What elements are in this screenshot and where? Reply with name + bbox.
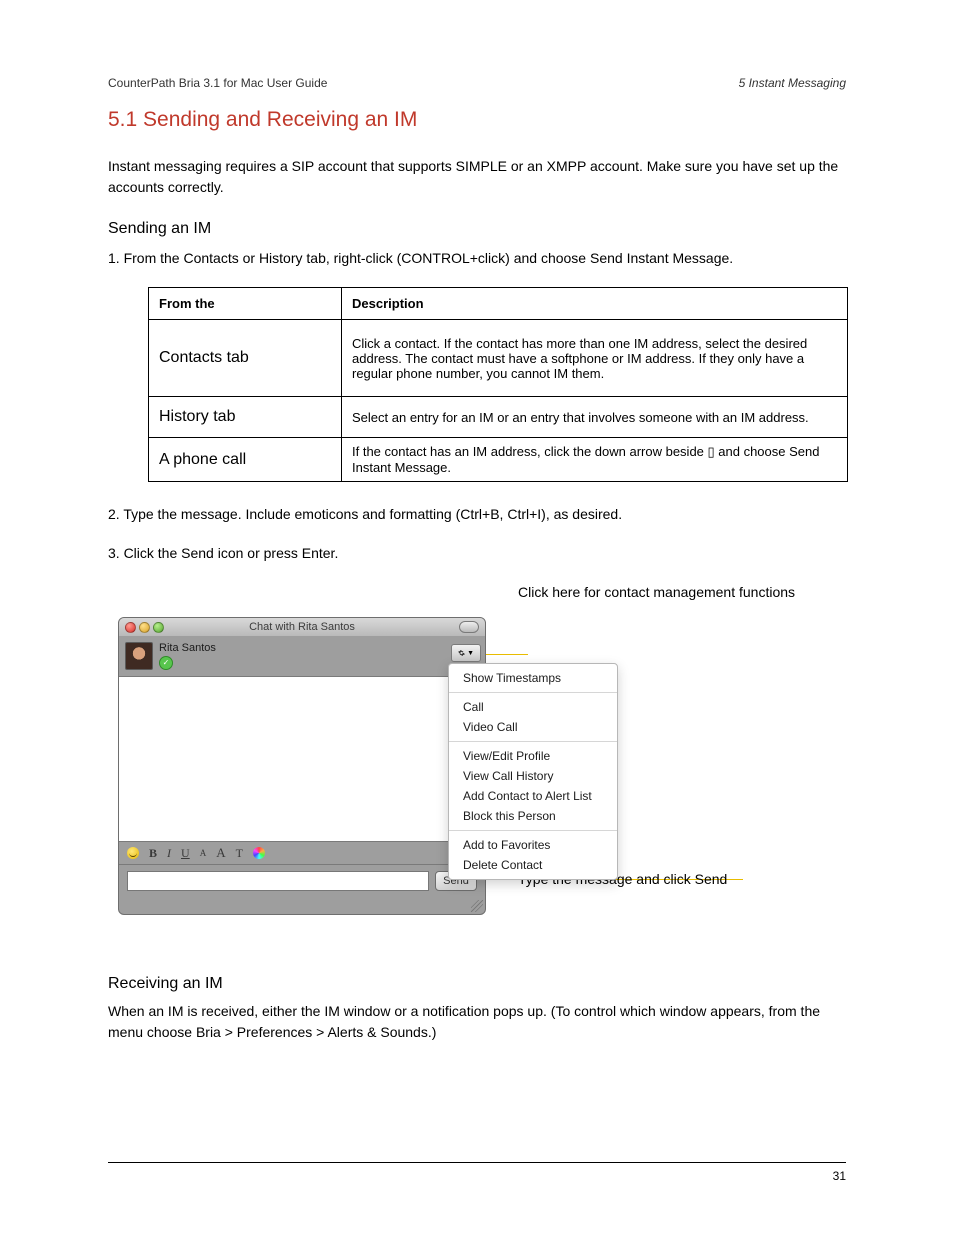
send-step-1: 1. From the Contacts or History tab, rig…	[108, 248, 846, 269]
window-title: Chat with Rita Santos	[119, 621, 485, 633]
menu-call[interactable]: Call	[449, 697, 617, 717]
page-footer: 31	[108, 1162, 846, 1187]
table-row: History tab Select an entry for an IM or…	[149, 397, 848, 438]
cell-desc: If the contact has an IM address, click …	[342, 438, 848, 482]
page-header: CounterPath Bria 3.1 for Mac User Guide …	[108, 76, 846, 90]
menu-block-person[interactable]: Block this Person	[449, 806, 617, 826]
cell-desc: Click a contact. If the contact has more…	[342, 320, 848, 397]
presence-available-icon: ✓	[159, 656, 173, 670]
menu-add-alert[interactable]: Add Contact to Alert List	[449, 786, 617, 806]
callout-gear: Click here for contact management functi…	[518, 582, 846, 603]
menu-view-call-history[interactable]: View Call History	[449, 766, 617, 786]
table-row: Contacts tab Click a contact. If the con…	[149, 320, 848, 397]
gear-menu-button[interactable]: ▼	[451, 644, 481, 662]
contact-name: Rita Santos	[159, 642, 216, 654]
font-smaller-button[interactable]: A	[200, 848, 207, 858]
cell-source: History tab	[149, 397, 342, 438]
page-number: 31	[833, 1169, 846, 1187]
window-titlebar[interactable]: Chat with Rita Santos	[119, 618, 485, 636]
table-header-row: From the Description	[149, 288, 848, 320]
font-picker-button[interactable]: T	[236, 846, 243, 861]
th-description: Description	[342, 288, 848, 320]
cell-source: A phone call	[149, 438, 342, 482]
table-row: A phone call If the contact has an IM ad…	[149, 438, 848, 482]
send-step-2: 2. Type the message. Include emoticons a…	[108, 504, 846, 525]
compose-row: Send	[119, 865, 485, 897]
color-picker-icon[interactable]	[253, 847, 265, 859]
cell-source: Contacts tab	[149, 320, 342, 397]
sending-heading: Sending an IM	[108, 220, 846, 238]
menu-view-edit-profile[interactable]: View/Edit Profile	[449, 746, 617, 766]
menu-separator	[449, 741, 617, 742]
gear-context-menu: Show Timestamps Call Video Call View/Edi…	[448, 663, 618, 880]
avatar	[125, 642, 153, 670]
menu-separator	[449, 692, 617, 693]
callout-leader-line	[484, 654, 528, 655]
chevron-down-icon: ▼	[467, 650, 474, 657]
page-body: 5.1 Sending and Receiving an IM Instant …	[0, 0, 954, 1043]
menu-delete-contact[interactable]: Delete Contact	[449, 855, 617, 875]
intro-text: Instant messaging requires a SIP account…	[108, 156, 846, 198]
screenshot-figure: Chat with Rita Santos Rita Santos ✓ ▼ B …	[108, 617, 846, 957]
menu-add-favorites[interactable]: Add to Favorites	[449, 835, 617, 855]
header-left: CounterPath Bria 3.1 for Mac User Guide	[108, 76, 327, 90]
toolbar-pill-icon[interactable]	[459, 621, 479, 633]
format-toolbar: B I U A A T	[119, 841, 485, 865]
message-input[interactable]	[127, 871, 429, 891]
menu-video-call[interactable]: Video Call	[449, 717, 617, 737]
emoticon-icon[interactable]	[127, 847, 139, 859]
header-right: 5 Instant Messaging	[739, 76, 846, 90]
receiving-body: When an IM is received, either the IM wi…	[108, 1001, 846, 1043]
th-source: From the	[149, 288, 342, 320]
contact-info: Rita Santos ✓	[159, 642, 216, 670]
resize-grip-icon[interactable]	[471, 900, 483, 912]
italic-button[interactable]: I	[167, 846, 171, 861]
send-step-3: 3. Click the Send icon or press Enter.	[108, 543, 846, 564]
gear-icon	[458, 648, 465, 658]
underline-button[interactable]: U	[181, 846, 190, 861]
message-area	[119, 677, 485, 841]
section-heading: 5.1 Sending and Receiving an IM	[108, 108, 846, 132]
bold-button[interactable]: B	[149, 846, 157, 861]
source-table: From the Description Contacts tab Click …	[148, 287, 848, 482]
chat-window: Chat with Rita Santos Rita Santos ✓ ▼ B …	[118, 617, 486, 915]
contact-bar: Rita Santos ✓ ▼	[119, 636, 485, 677]
menu-show-timestamps[interactable]: Show Timestamps	[449, 668, 617, 688]
cell-desc: Select an entry for an IM or an entry th…	[342, 397, 848, 438]
receiving-heading: Receiving an IM	[108, 975, 846, 993]
font-larger-button[interactable]: A	[216, 845, 225, 861]
menu-separator	[449, 830, 617, 831]
